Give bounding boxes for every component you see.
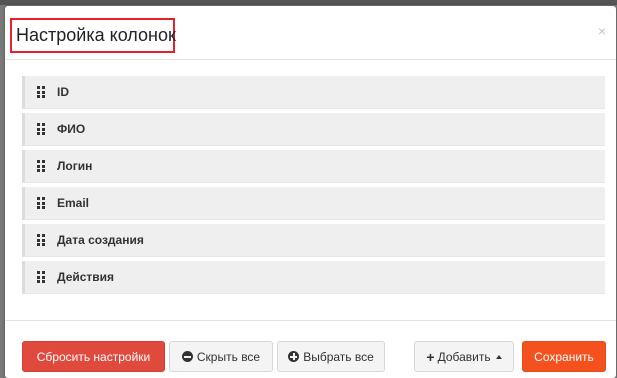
column-item-created-date[interactable]: Дата создания xyxy=(22,224,605,257)
drag-handle-icon[interactable] xyxy=(37,123,45,135)
drag-handle-icon[interactable] xyxy=(37,271,45,283)
modal-title: Настройка колонок xyxy=(10,18,176,53)
column-item-email[interactable]: Email xyxy=(22,187,605,220)
drag-handle-icon[interactable] xyxy=(37,197,45,209)
add-label: Добавить xyxy=(437,349,491,364)
reset-settings-label: Сбросить настройки xyxy=(36,349,151,364)
add-column-dropdown-button[interactable]: + Добавить xyxy=(414,341,514,372)
hide-all-button[interactable]: Скрыть все xyxy=(169,341,273,372)
select-all-button[interactable]: Выбрать все xyxy=(277,341,385,372)
save-button[interactable]: Сохранить xyxy=(522,341,606,372)
column-item-actions[interactable]: Действия xyxy=(22,261,605,294)
hide-all-label: Скрыть все xyxy=(196,349,261,364)
backdrop xyxy=(0,0,617,5)
drag-handle-icon[interactable] xyxy=(37,160,45,172)
column-settings-modal: Настройка колонок × ID ФИО Логин Email Д… xyxy=(5,6,616,378)
column-item-login[interactable]: Логин xyxy=(22,150,605,183)
column-item-fio[interactable]: ФИО xyxy=(22,113,605,146)
modal-footer: Сбросить настройки Скрыть все Выбрать вс… xyxy=(5,320,616,378)
reset-settings-button[interactable]: Сбросить настройки xyxy=(22,341,165,372)
column-label: Действия xyxy=(57,270,115,284)
plus-circle-icon xyxy=(288,351,300,362)
column-item-id[interactable]: ID xyxy=(22,76,605,109)
plus-icon: + xyxy=(426,348,435,365)
column-label: ФИО xyxy=(57,122,86,136)
column-label: ID xyxy=(57,85,69,99)
select-all-label: Выбрать все xyxy=(303,349,374,364)
drag-handle-icon[interactable] xyxy=(37,234,45,246)
drag-handle-icon[interactable] xyxy=(37,86,45,98)
save-label: Сохранить xyxy=(534,349,594,364)
minus-circle-icon xyxy=(181,351,193,362)
column-list: ID ФИО Логин Email Дата создания Действи… xyxy=(22,76,605,298)
column-label: Дата создания xyxy=(57,233,144,247)
column-label: Email xyxy=(57,196,90,210)
close-icon[interactable]: × xyxy=(598,24,606,38)
caret-up-icon xyxy=(495,354,502,359)
column-label: Логин xyxy=(57,159,93,173)
modal-header: Настройка колонок × xyxy=(5,6,616,60)
